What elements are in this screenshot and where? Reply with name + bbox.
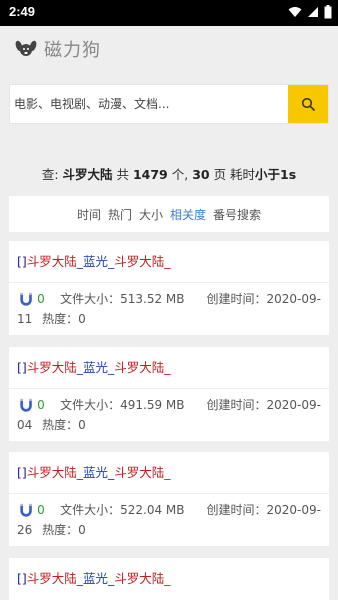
battery-icon bbox=[324, 5, 332, 19]
file-size: 文件大小：522.04 MB bbox=[60, 503, 185, 517]
sort-bar: 时间 热门 大小 相关度 番号搜索 bbox=[9, 196, 329, 232]
heat: 热度：0 bbox=[42, 418, 86, 432]
created-time: 创建时间：2020-09- bbox=[206, 292, 321, 306]
result-meta: 0 文件大小：513.52 MB 创建时间：2020-09- 11 热度：0 bbox=[9, 283, 329, 329]
search-button[interactable] bbox=[288, 85, 328, 123]
summary-mid1: 共 bbox=[112, 167, 133, 182]
search-icon bbox=[301, 97, 315, 111]
sort-time[interactable]: 时间 bbox=[77, 206, 101, 223]
magnet-count: 0 bbox=[37, 503, 45, 517]
file-size: 文件大小：513.52 MB bbox=[60, 292, 185, 306]
result-meta: 0 文件大小：491.59 MB 创建时间：2020-09- 04 热度：0 bbox=[9, 389, 329, 435]
title-part-a: 斗罗大陆 bbox=[26, 465, 77, 480]
heat: 热度：0 bbox=[42, 523, 86, 537]
heat: 热度：0 bbox=[42, 312, 86, 326]
result-card[interactable]: []斗罗大陆_蓝光_斗罗大陆_ 0 文件大小：491.59 MB 创建时间：20… bbox=[9, 347, 329, 441]
result-card[interactable]: []斗罗大陆_蓝光_斗罗大陆_ 0 文件大小：522.04 MB 创建时间：20… bbox=[9, 452, 329, 546]
search-input[interactable] bbox=[10, 85, 288, 123]
summary-count: 1479 bbox=[132, 167, 168, 182]
title-part-a: 斗罗大陆 bbox=[26, 571, 77, 586]
summary-pages: 30 bbox=[192, 167, 210, 182]
result-title[interactable]: []斗罗大陆_蓝光_斗罗大陆_ bbox=[9, 558, 329, 600]
status-icons bbox=[288, 5, 332, 19]
title-part-a: 斗罗大陆 bbox=[26, 360, 77, 375]
created-time: 创建时间：2020-09- bbox=[206, 398, 321, 412]
summary-mid2: 个, bbox=[167, 167, 193, 182]
title-separator: _蓝光_ bbox=[76, 571, 115, 586]
title-part-a: 斗罗大陆 bbox=[26, 254, 77, 269]
result-title[interactable]: []斗罗大陆_蓝光_斗罗大陆_ bbox=[9, 347, 329, 389]
created-time-cont: 26 bbox=[17, 523, 33, 537]
sort-relevance[interactable]: 相关度 bbox=[170, 206, 206, 223]
summary-query: 斗罗大陆 bbox=[62, 167, 113, 182]
result-card[interactable]: []斗罗大陆_蓝光_斗罗大陆_ bbox=[9, 558, 329, 600]
title-bracket: [] bbox=[17, 571, 27, 586]
result-meta: 0 文件大小：522.04 MB 创建时间：2020-09- 26 热度：0 bbox=[9, 494, 329, 540]
title-part-b: 斗罗大陆_ bbox=[114, 254, 171, 269]
dog-icon bbox=[15, 40, 37, 56]
title-part-b: 斗罗大陆_ bbox=[114, 360, 171, 375]
title-part-b: 斗罗大陆_ bbox=[114, 465, 171, 480]
summary-prefix: 查: bbox=[41, 167, 63, 182]
result-summary: 查: 斗罗大陆 共 1479 个, 30 页 耗时小于1s bbox=[0, 164, 338, 183]
summary-time: 小于1s bbox=[255, 167, 297, 182]
title-bracket: [] bbox=[17, 465, 27, 480]
result-title[interactable]: []斗罗大陆_蓝光_斗罗大陆_ bbox=[9, 241, 329, 283]
brand-header[interactable]: 磁力狗 bbox=[14, 36, 101, 62]
title-bracket: [] bbox=[17, 254, 27, 269]
created-time-cont: 04 bbox=[17, 418, 33, 432]
title-separator: _蓝光_ bbox=[76, 360, 115, 375]
magnet-count: 0 bbox=[37, 398, 45, 412]
title-separator: _蓝光_ bbox=[76, 254, 115, 269]
sort-size[interactable]: 大小 bbox=[139, 206, 163, 223]
file-size: 文件大小：491.59 MB bbox=[60, 398, 185, 412]
sort-code-search[interactable]: 番号搜索 bbox=[213, 206, 261, 223]
magnet-icon bbox=[20, 503, 32, 517]
app-name: 磁力狗 bbox=[44, 40, 101, 61]
title-part-b: 斗罗大陆_ bbox=[114, 571, 171, 586]
search-bar bbox=[9, 84, 329, 124]
title-bracket: [] bbox=[17, 360, 27, 375]
sort-hot[interactable]: 热门 bbox=[108, 206, 132, 223]
title-separator: _蓝光_ bbox=[76, 465, 115, 480]
status-time: 2:49 bbox=[9, 4, 36, 19]
cell-signal-icon bbox=[308, 7, 318, 17]
summary-mid3: 页 耗时 bbox=[209, 167, 256, 182]
created-time-cont: 11 bbox=[17, 312, 33, 326]
result-card[interactable]: []斗罗大陆_蓝光_斗罗大陆_ 0 文件大小：513.52 MB 创建时间：20… bbox=[9, 241, 329, 335]
magnet-icon bbox=[20, 398, 32, 412]
created-time: 创建时间：2020-09- bbox=[206, 503, 321, 517]
magnet-icon bbox=[20, 292, 32, 306]
magnet-count: 0 bbox=[37, 292, 45, 306]
result-title[interactable]: []斗罗大陆_蓝光_斗罗大陆_ bbox=[9, 452, 329, 494]
wifi-icon bbox=[288, 7, 302, 17]
status-bar: 2:49 bbox=[0, 0, 338, 26]
